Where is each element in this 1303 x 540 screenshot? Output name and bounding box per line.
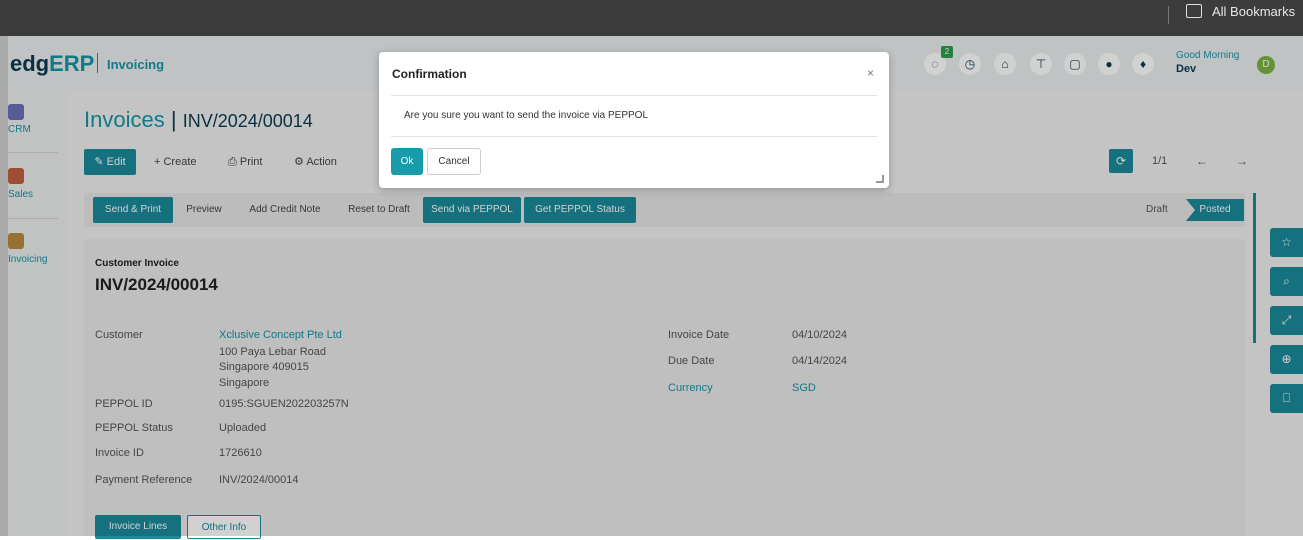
- cancel-button[interactable]: Cancel: [427, 148, 481, 175]
- bookmark-folder-icon[interactable]: [1186, 4, 1202, 18]
- close-icon[interactable]: ×: [867, 66, 874, 80]
- bookmarks-separator: [1168, 6, 1169, 24]
- ok-button[interactable]: Ok: [391, 148, 423, 175]
- dialog-title: Confirmation: [392, 67, 467, 81]
- dialog-divider: [391, 95, 877, 96]
- resize-handle-icon[interactable]: [876, 175, 884, 183]
- dialog-message: Are you sure you want to send the invoic…: [404, 110, 649, 121]
- all-bookmarks-link[interactable]: All Bookmarks: [1212, 4, 1295, 19]
- browser-bookmarks-bar: [0, 0, 1303, 36]
- dialog-divider: [391, 136, 877, 137]
